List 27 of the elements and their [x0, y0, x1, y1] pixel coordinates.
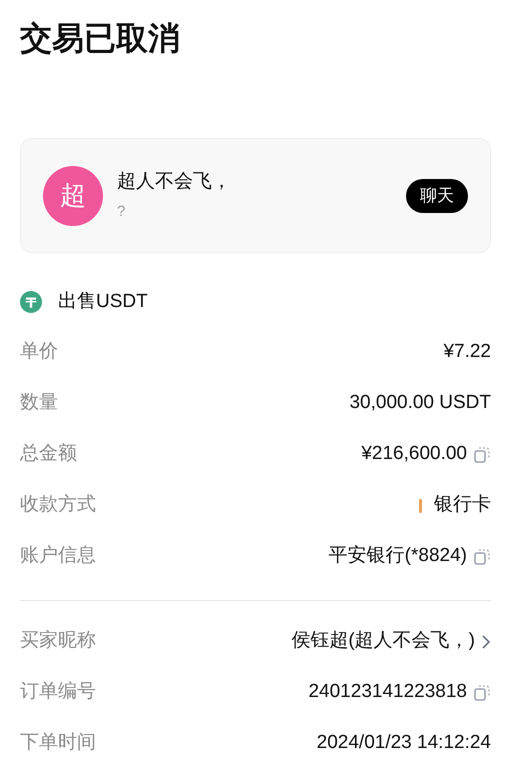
- copy-icon[interactable]: [473, 446, 491, 464]
- copy-icon[interactable]: [473, 548, 491, 566]
- detail-value: ¥7.22: [443, 340, 491, 364]
- detail-value: 240123141223818: [308, 680, 467, 704]
- detail-value: 平安银行(*8824): [328, 544, 467, 568]
- detail-label: 下单时间: [20, 731, 96, 756]
- detail-value: ¥216,600.00: [361, 442, 467, 466]
- counterparty-name: 超人不会飞，: [117, 170, 232, 194]
- detail-label: 总金额: [20, 442, 77, 466]
- detail-label: 数量: [20, 391, 58, 416]
- copy-icon[interactable]: [473, 684, 491, 702]
- detail-label: 收款方式: [20, 493, 96, 518]
- detail-value: 银行卡: [434, 493, 491, 518]
- detail-label: 买家昵称: [20, 629, 96, 654]
- chevron-right-icon[interactable]: [481, 634, 491, 650]
- asset-label: 出售USDT: [58, 290, 148, 314]
- chat-button[interactable]: 聊天: [406, 178, 468, 212]
- detail-value: 30,000.00 USDT: [349, 391, 491, 416]
- detail-value: 侯钰超(超人不会飞，): [291, 629, 475, 654]
- avatar: 超: [43, 166, 103, 226]
- counterparty-subtitle: ?: [117, 202, 126, 222]
- detail-label: 单价: [20, 340, 58, 364]
- detail-label: 账户信息: [20, 544, 96, 568]
- detail-label: 订单编号: [20, 680, 96, 704]
- page-title: 交易已取消: [20, 19, 181, 58]
- tether-icon: [20, 291, 42, 313]
- detail-value: 2024/01/23 14:12:24: [316, 731, 491, 756]
